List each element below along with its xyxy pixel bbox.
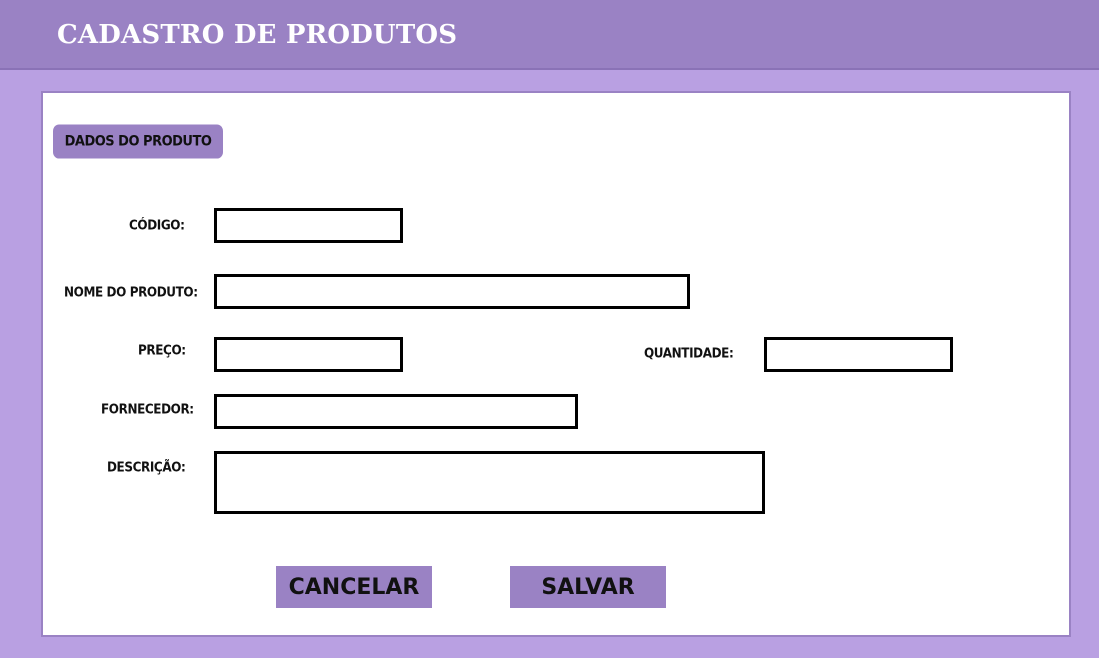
preco-label: PREÇO:	[138, 342, 186, 358]
fornecedor-input[interactable]	[214, 394, 578, 429]
cancel-button[interactable]: CANCELAR	[276, 566, 432, 608]
nome-produto-input[interactable]	[214, 274, 690, 309]
quantidade-label: QUANTIDADE:	[644, 345, 734, 361]
fornecedor-label: FORNECEDOR:	[101, 401, 194, 417]
codigo-label: CÓDIGO:	[129, 217, 185, 233]
preco-input[interactable]	[214, 337, 403, 372]
descricao-label: DESCRIÇÃO:	[107, 459, 186, 475]
page-title: CADASTRO DE PRODUTOS	[57, 20, 458, 50]
app-header: CADASTRO DE PRODUTOS	[0, 0, 1099, 70]
section-title-badge: DADOS DO PRODUTO	[53, 124, 223, 159]
quantidade-input[interactable]	[764, 337, 953, 372]
nome-produto-label: NOME DO PRODUTO:	[64, 284, 198, 300]
codigo-input[interactable]	[214, 208, 403, 243]
descricao-textarea[interactable]	[214, 451, 765, 514]
save-button[interactable]: SALVAR	[510, 566, 666, 608]
